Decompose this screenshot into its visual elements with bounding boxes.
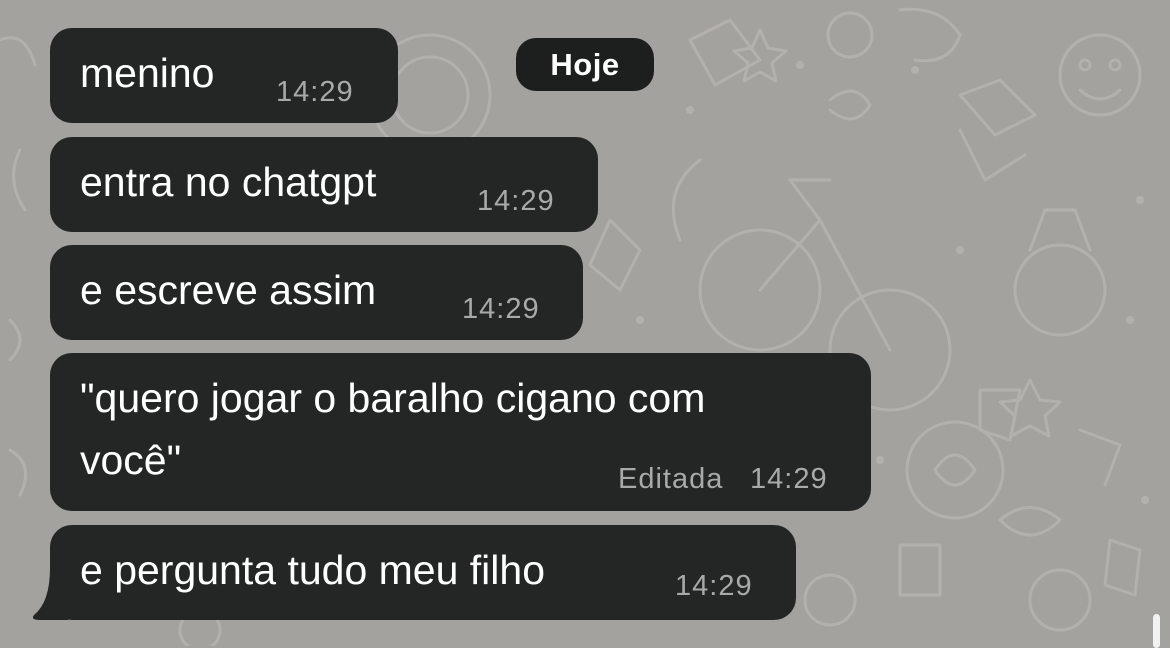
date-divider-today: Hoje [516, 38, 654, 91]
message-timestamp: 14:29 [462, 293, 540, 325]
message-text: e pergunta tudo meu filho [80, 547, 545, 593]
message-bubble[interactable]: menino 14:29 [50, 28, 398, 123]
message-text: entra no chatgpt [80, 159, 377, 205]
message-text-line2: você" [80, 437, 182, 483]
message-bubble[interactable]: e pergunta tudo meu filho 14:29 [50, 525, 796, 620]
message-timestamp: 14:29 [675, 570, 753, 602]
message-bubble[interactable]: entra no chatgpt 14:29 [50, 137, 598, 232]
message-timestamp: 14:29 [276, 76, 354, 108]
message-text: e escreve assim [80, 267, 377, 313]
message-bubble-edited[interactable]: "quero jogar o baralho cigano com você" … [50, 353, 871, 511]
message-timestamp: 14:29 [750, 463, 828, 495]
message-timestamp: 14:29 [477, 185, 555, 217]
scrollbar-thumb[interactable] [1153, 614, 1160, 648]
message-text-line1: "quero jogar o baralho cigano com [80, 375, 706, 421]
message-bubble[interactable]: e escreve assim 14:29 [50, 245, 583, 340]
edited-label: Editada [618, 463, 724, 495]
message-text: menino [80, 50, 215, 96]
